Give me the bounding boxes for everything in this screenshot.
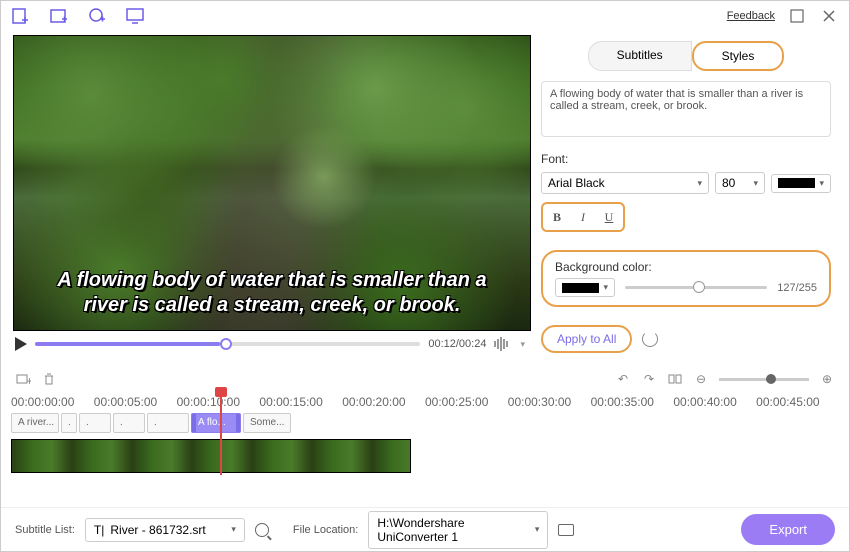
zoom-slider[interactable]: [719, 378, 809, 381]
opacity-slider[interactable]: [625, 286, 767, 289]
subtitle-text-input[interactable]: [541, 81, 831, 137]
zoom-out-icon[interactable]: ⊖: [693, 371, 709, 387]
tab-subtitles[interactable]: Subtitles: [588, 41, 692, 71]
clip[interactable]: .: [79, 413, 111, 433]
clip[interactable]: A river...: [11, 413, 59, 433]
add-media-icon[interactable]: [49, 6, 69, 26]
close-icon[interactable]: [819, 6, 839, 26]
bg-color-label: Background color:: [555, 260, 817, 274]
clip[interactable]: Some...: [243, 413, 291, 433]
apply-all-button[interactable]: Apply to All: [541, 325, 632, 353]
bold-button[interactable]: B: [546, 207, 568, 227]
clip-active[interactable]: A flo...: [191, 413, 241, 433]
font-color-select[interactable]: ▾: [771, 174, 831, 193]
chevron-down-icon[interactable]: ▾: [520, 339, 525, 350]
play-button[interactable]: [15, 337, 27, 351]
redo-icon[interactable]: ↷: [641, 371, 657, 387]
file-location-input[interactable]: H:\Wondershare UniConverter 1▾: [368, 511, 548, 549]
video-frame[interactable]: A flowing body of water that is smaller …: [13, 35, 531, 331]
bg-color-select[interactable]: ▾: [555, 278, 615, 297]
export-button[interactable]: Export: [741, 514, 835, 545]
svg-text:+: +: [26, 374, 31, 387]
clip[interactable]: .: [113, 413, 145, 433]
delete-clip-icon[interactable]: [41, 371, 57, 387]
subtitle-file-select[interactable]: T| River - 861732.srt ▾: [85, 518, 245, 542]
zoom-in-icon[interactable]: ⊕: [819, 371, 835, 387]
file-location-label: File Location:: [293, 524, 358, 536]
split-icon[interactable]: [667, 371, 683, 387]
playhead[interactable]: [220, 393, 222, 475]
font-label: Font:: [541, 152, 831, 166]
volume-icon[interactable]: [494, 337, 512, 351]
video-preview: A flowing body of water that is smaller …: [1, 31, 531, 365]
reset-icon[interactable]: [642, 331, 658, 347]
italic-button[interactable]: I: [572, 207, 594, 227]
maximize-icon[interactable]: [787, 6, 807, 26]
clip[interactable]: .: [147, 413, 189, 433]
subtitle-overlay: A flowing body of water that is smaller …: [14, 268, 530, 318]
add-clip-icon[interactable]: +: [15, 371, 31, 387]
refresh-media-icon[interactable]: [87, 6, 107, 26]
undo-icon[interactable]: ↶: [615, 371, 631, 387]
video-track[interactable]: [11, 439, 411, 473]
timeline-ruler[interactable]: 00:00:00:00 00:00:05:00 00:00:10:00 00:0…: [1, 393, 849, 411]
underline-button[interactable]: U: [598, 207, 620, 227]
feedback-link[interactable]: Feedback: [727, 10, 775, 22]
add-file-icon[interactable]: [11, 6, 31, 26]
tab-styles[interactable]: Styles: [692, 41, 785, 71]
subtitle-list-label: Subtitle List:: [15, 524, 75, 536]
subtitle-track[interactable]: A river... . . . . A flo... Some...: [1, 411, 849, 435]
screen-icon[interactable]: [125, 6, 145, 26]
browse-folder-icon[interactable]: [558, 524, 574, 536]
opacity-value: 127/255: [777, 282, 817, 294]
clip[interactable]: .: [61, 413, 77, 433]
subtitle-file-icon: T|: [94, 523, 104, 537]
font-size-select[interactable]: 80▾: [715, 172, 765, 194]
progress-bar[interactable]: [35, 342, 420, 346]
font-family-select[interactable]: Arial Black▾: [541, 172, 709, 194]
time-display: 00:12/00:24: [428, 338, 486, 350]
search-icon[interactable]: [255, 523, 269, 537]
